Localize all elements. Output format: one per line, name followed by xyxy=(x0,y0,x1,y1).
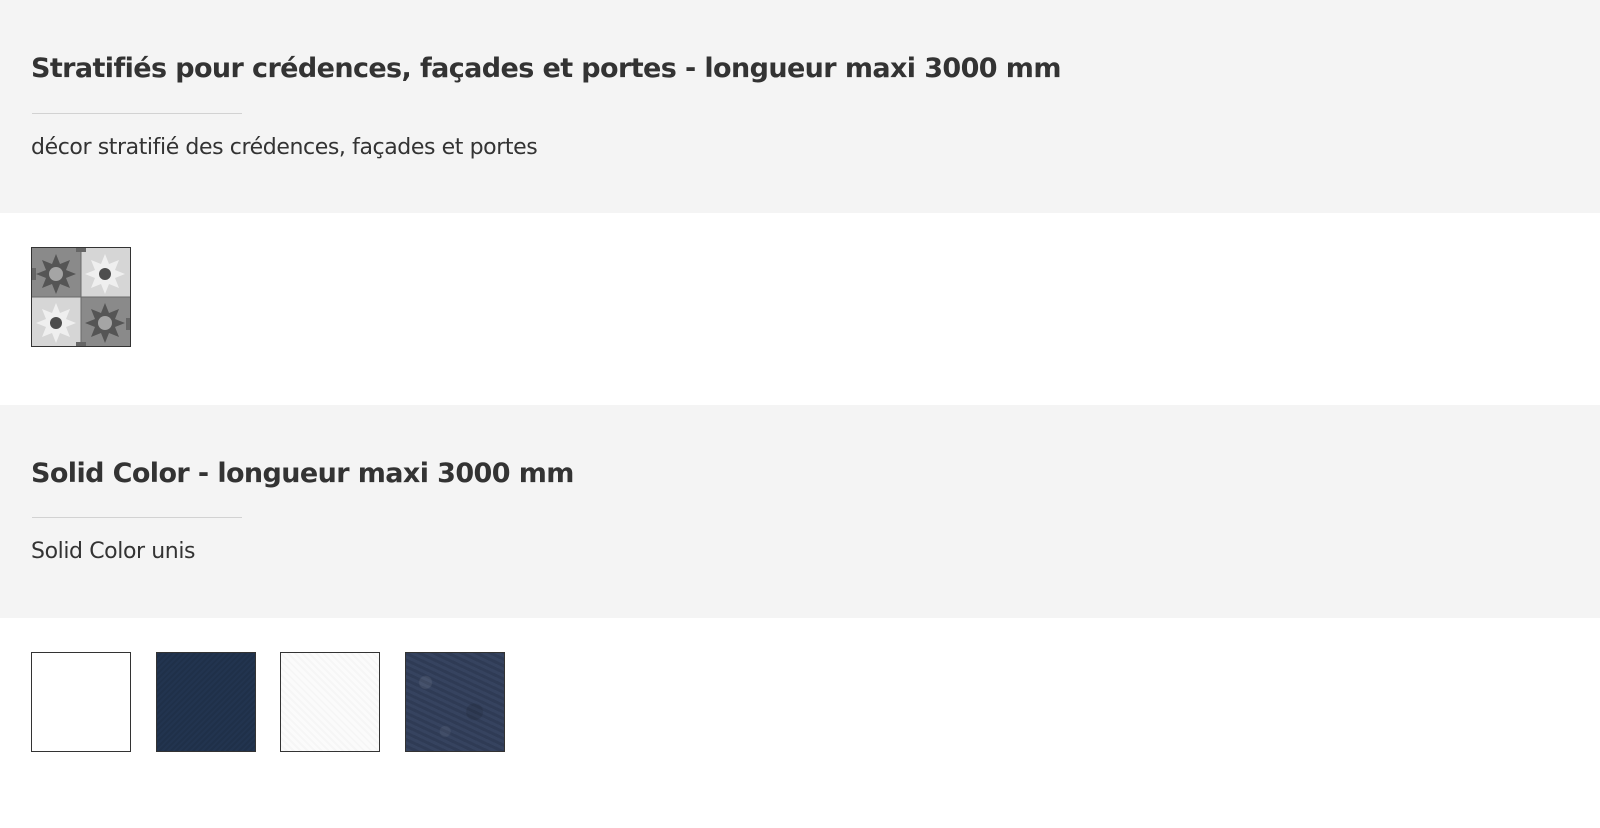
title-divider xyxy=(32,517,242,518)
title-divider xyxy=(32,113,242,114)
section-description: décor stratifié des crédences, façades e… xyxy=(31,135,538,160)
page: Stratifiés pour crédences, façades et po… xyxy=(0,0,1600,828)
swatch-navy[interactable] xyxy=(156,652,256,752)
section-header-laminates: Stratifiés pour crédences, façades et po… xyxy=(0,0,1600,213)
swatch-slate-blue[interactable] xyxy=(405,652,505,752)
swatch-grid-laminates xyxy=(0,213,1600,405)
swatch-off-white[interactable] xyxy=(280,652,380,752)
section-title: Solid Color - longueur maxi 3000 mm xyxy=(31,458,574,489)
swatch-pattern-tile[interactable] xyxy=(31,247,131,347)
section-title: Stratifiés pour crédences, façades et po… xyxy=(31,53,1061,84)
swatch-white[interactable] xyxy=(31,652,131,752)
pattern-tile-image xyxy=(32,248,130,346)
swatch-grid-solid-color xyxy=(0,618,1600,828)
section-description: Solid Color unis xyxy=(31,539,196,564)
section-header-solid-color: Solid Color - longueur maxi 3000 mm Soli… xyxy=(0,405,1600,618)
